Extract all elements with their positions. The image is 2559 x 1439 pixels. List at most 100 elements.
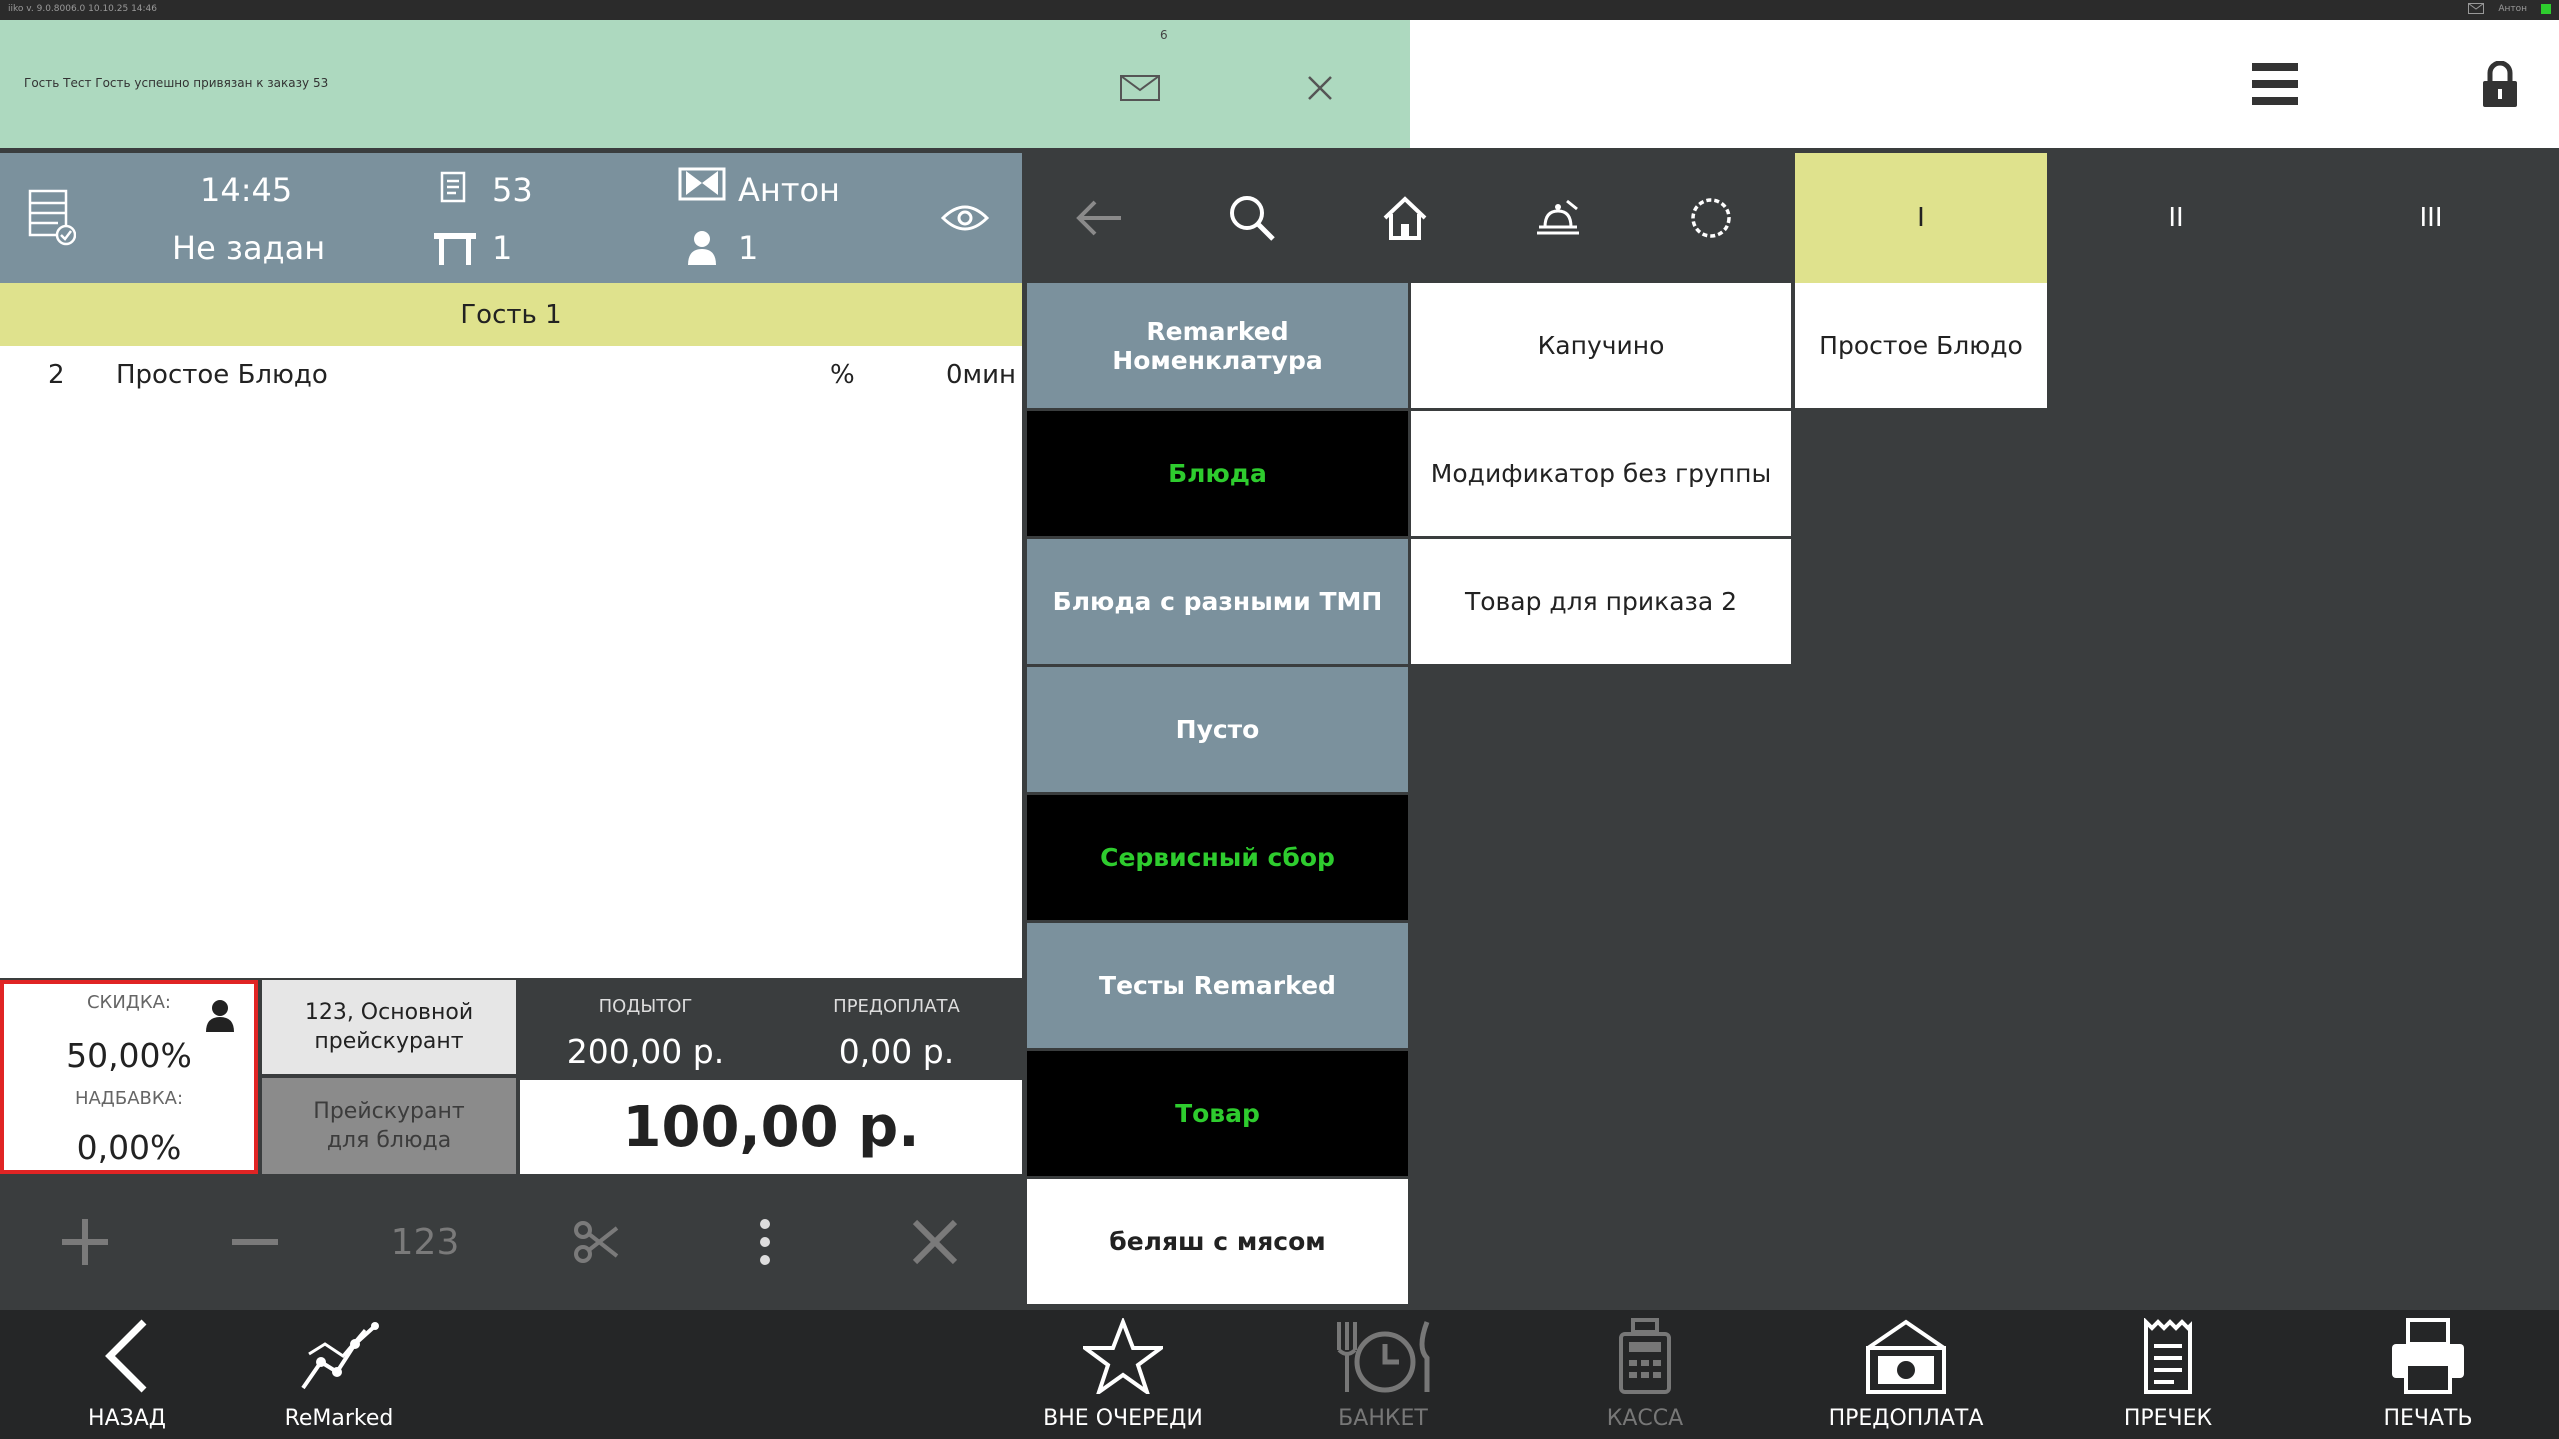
hamburger-menu-icon xyxy=(2252,63,2298,105)
category-remarked-nomenclature[interactable]: Remarked Номенклатура xyxy=(1027,283,1408,408)
customer-icon xyxy=(206,1000,234,1032)
waiter-name: Антон xyxy=(738,171,840,209)
category-dishes-different-tmp[interactable]: Блюда с разными ТМП xyxy=(1027,539,1408,664)
order-header: 14:45 Не задан 53 1 Антон 1 xyxy=(0,153,1022,283)
cooking-icon xyxy=(1536,199,1579,235)
scissors-icon xyxy=(574,1221,619,1263)
lock-button[interactable] xyxy=(2460,44,2540,124)
pricelist-line2: прейскурант xyxy=(314,1029,464,1054)
back-label: НАЗАД xyxy=(88,1406,166,1431)
bottom-action-bar: НАЗАД ReMarked ВНЕ ОЧЕРЕДИ БАНКЕТ КАССА … xyxy=(0,1310,2559,1439)
category-remarked-tests[interactable]: Тесты Remarked xyxy=(1027,923,1408,1048)
precheck-button[interactable]: ПРЕЧЕК xyxy=(2068,1310,2268,1439)
category-belyash[interactable]: беляш с мясом xyxy=(1027,1179,1408,1304)
menu-page-1-tab[interactable]: I xyxy=(1795,153,2047,283)
menu-page-3-tab[interactable]: III xyxy=(2305,153,2557,283)
category-label: Пусто xyxy=(1175,715,1260,744)
delete-item-button[interactable] xyxy=(850,1178,1020,1306)
printer-icon xyxy=(2392,1318,2464,1394)
menu-back-button[interactable] xyxy=(1022,153,1175,283)
product-goods-order-2[interactable]: Товар для приказа 2 xyxy=(1411,539,1791,664)
product-cappuccino[interactable]: Капучино xyxy=(1411,283,1791,408)
menu-course-button[interactable] xyxy=(1481,153,1634,283)
cash-register-button[interactable]: КАССА xyxy=(1545,1310,1745,1439)
category-goods[interactable]: Товар xyxy=(1027,1051,1408,1176)
vertical-dots-icon xyxy=(760,1219,770,1265)
split-button[interactable] xyxy=(510,1178,680,1306)
discount-value: 50,00% xyxy=(66,1036,192,1075)
category-dishes[interactable]: Блюда xyxy=(1027,411,1408,536)
order-edit-toolbar: 123 xyxy=(0,1178,1022,1306)
item-time: 0мин xyxy=(946,360,1017,390)
envelope-icon xyxy=(1120,75,1160,101)
more-options-button[interactable] xyxy=(680,1178,850,1306)
system-user-name: Антон xyxy=(2498,3,2527,14)
category-label: Remarked Номенклатура xyxy=(1112,316,1323,375)
order-time: 14:45 xyxy=(200,171,293,209)
decrease-qty-button[interactable] xyxy=(170,1178,340,1306)
subtotal-label: ПОДЫТОГ xyxy=(598,996,693,1017)
system-version-text: iiko v. 9.0.8006.0 10.10.25 14:46 xyxy=(8,4,158,14)
remarked-button[interactable]: ReMarked xyxy=(239,1310,439,1439)
subtotal-value: 200,00 р. xyxy=(566,1032,725,1071)
product-label: Простое Блюдо xyxy=(1819,331,2023,360)
prepay-label: ПРЕДОПЛАТА xyxy=(833,996,960,1017)
main-menu-button[interactable] xyxy=(2230,44,2320,124)
status-indicator-icon xyxy=(2541,3,2551,14)
banquet-clock-icon xyxy=(1337,1321,1430,1393)
category-label: Товар xyxy=(1175,1099,1260,1128)
product-simple-dish[interactable]: Простое Блюдо xyxy=(1795,283,2047,408)
item-percent: % xyxy=(830,360,855,390)
discount-panel[interactable]: СКИДКА: 50,00% НАДБАВКА: 0,00% xyxy=(0,980,258,1174)
numpad-button[interactable]: 123 xyxy=(340,1178,510,1306)
menu-home-button[interactable] xyxy=(1328,153,1481,283)
order-item-row[interactable]: 2 Простое Блюдо % 0мин xyxy=(0,360,1022,410)
pricelist-line1: 123, Основной xyxy=(304,1000,474,1025)
item-name: Простое Блюдо xyxy=(116,360,328,390)
remarked-label: ReMarked xyxy=(284,1406,394,1431)
page-1-label: I xyxy=(1917,203,1925,233)
back-button[interactable]: НАЗАД xyxy=(27,1310,227,1439)
order-total: 100,00 р. xyxy=(520,1080,1022,1174)
category-label: беляш с мясом xyxy=(1109,1227,1326,1256)
close-icon xyxy=(912,1219,958,1265)
item-qty: 2 xyxy=(48,360,65,390)
menu-modifiers-button[interactable] xyxy=(1634,153,1787,283)
category-empty[interactable]: Пусто xyxy=(1027,667,1408,792)
dish-pricelist-line1: Прейскурант xyxy=(313,1099,465,1124)
product-label: Модификатор без группы xyxy=(1430,459,1772,488)
product-modifier-no-group[interactable]: Модификатор без группы xyxy=(1411,411,1791,536)
category-label: Блюда с разными ТМП xyxy=(1052,587,1383,616)
pricelist-button[interactable]: 123, Основной прейскурант xyxy=(262,980,516,1074)
banquet-button[interactable]: БАНКЕТ xyxy=(1283,1310,1483,1439)
top-right-panel xyxy=(1410,20,2559,148)
prepayment-button[interactable]: ПРЕДОПЛАТА xyxy=(1806,1310,2006,1439)
line-chart-icon xyxy=(301,1322,379,1390)
guest-header[interactable]: Гость 1 xyxy=(0,283,1022,346)
minus-icon xyxy=(232,1239,278,1245)
surcharge-label: НАДБАВКА: xyxy=(74,1088,184,1109)
dotted-circle-icon xyxy=(1690,198,1731,238)
view-toggle-button[interactable] xyxy=(930,193,1000,243)
envelope-button[interactable] xyxy=(1110,68,1170,108)
increase-qty-button[interactable] xyxy=(0,1178,170,1306)
menu-page-2-tab[interactable]: II xyxy=(2050,153,2302,283)
waiter-icon xyxy=(678,167,726,201)
subtotal-area: ПОДЫТОГ 200,00 р. ПРЕДОПЛАТА 0,00 р. xyxy=(520,980,1022,1080)
priority-button[interactable]: ВНЕ ОЧЕРЕДИ xyxy=(1023,1310,1223,1439)
close-notification-button[interactable] xyxy=(1290,68,1350,108)
banquet-label: БАНКЕТ xyxy=(1338,1406,1428,1431)
guest-person-icon xyxy=(688,231,716,265)
category-label: Блюда xyxy=(1168,459,1267,488)
search-icon xyxy=(1229,196,1275,241)
cash-register-label: КАССА xyxy=(1606,1406,1684,1431)
category-service-charge[interactable]: Сервисный сбор xyxy=(1027,795,1408,920)
order-list-button[interactable] xyxy=(22,183,82,253)
mail-icon xyxy=(2468,3,2485,14)
system-status-bar: iiko v. 9.0.8006.0 10.10.25 14:46 Антон xyxy=(0,0,2559,20)
menu-search-button[interactable] xyxy=(1175,153,1328,283)
print-label: ПЕЧАТЬ xyxy=(2383,1406,2473,1431)
print-button[interactable]: ПЕЧАТЬ xyxy=(2328,1310,2528,1439)
dish-pricelist-button[interactable]: Прейскурант для блюда xyxy=(262,1078,516,1174)
home-icon xyxy=(1383,196,1426,240)
